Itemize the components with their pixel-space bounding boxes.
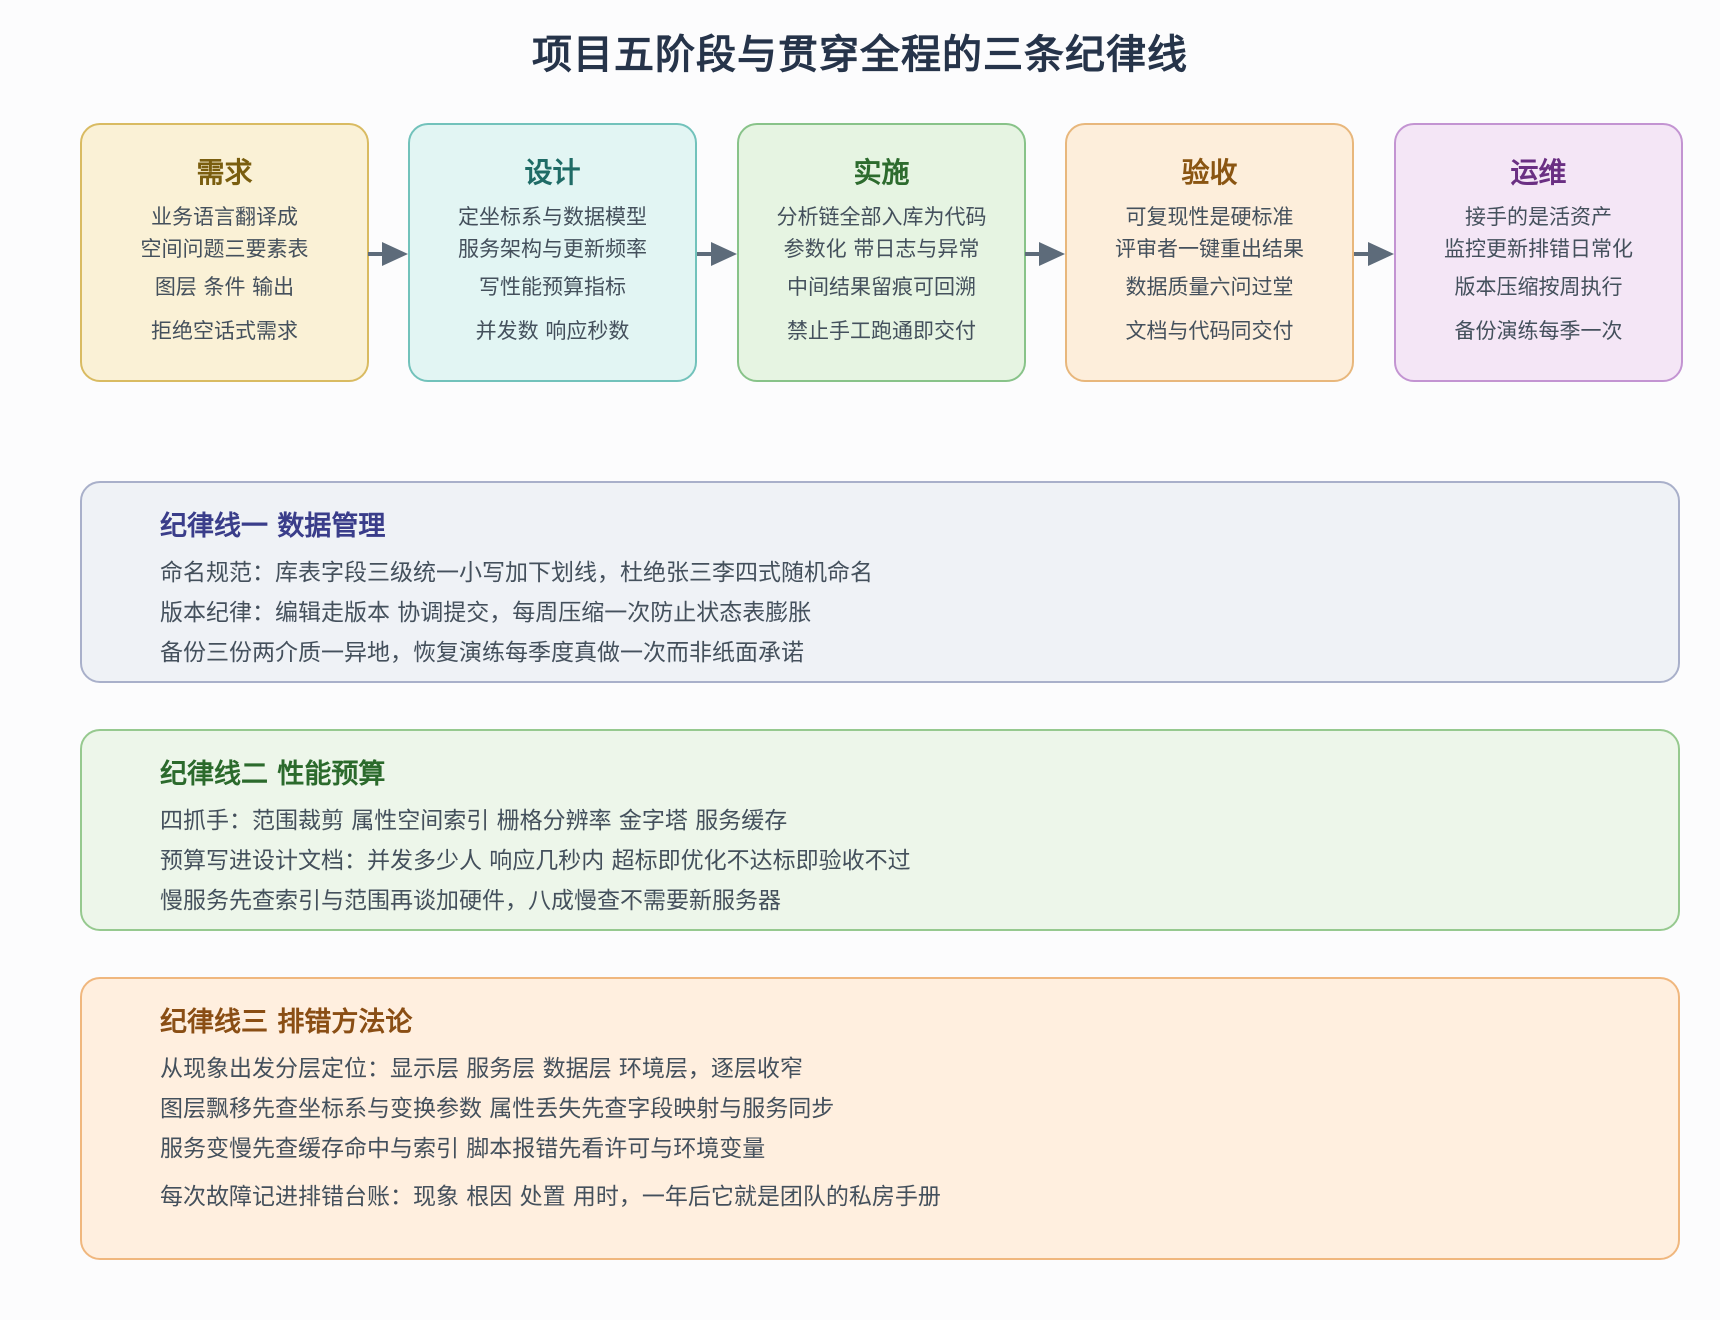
stage-line: 并发数 响应秒数	[475, 319, 630, 343]
stage-line: 禁止手工跑通即交付	[787, 319, 976, 343]
stage-title: 实施	[853, 156, 910, 189]
discipline-line-item: 四抓手：范围裁剪 属性空间索引 栅格分辨率 金字塔 服务缓存	[160, 808, 788, 834]
stage-line: 数据质量六问过堂	[1125, 275, 1294, 299]
discipline-line-title: 纪律线一 数据管理	[160, 511, 386, 542]
stage-line: 分析链全部入库为代码	[776, 205, 987, 229]
stage-line: 中间结果留痕可回溯	[787, 275, 976, 299]
stage-line: 写性能预算指标	[479, 275, 626, 299]
discipline-line-data-management: 纪律线一 数据管理 命名规范：库表字段三级统一小写加下划线，杜绝张三李四式随机命…	[80, 481, 1680, 683]
stage-line: 评审者一键重出结果	[1115, 237, 1304, 261]
stage-title: 设计	[524, 156, 581, 189]
stage-title: 需求	[196, 156, 253, 189]
stage-line: 定坐标系与数据模型	[458, 205, 647, 229]
flow-arrow-icon	[1025, 242, 1065, 266]
stage-box-implementation: 实施 分析链全部入库为代码 参数化 带日志与异常 中间结果留痕可回溯 禁止手工跑…	[737, 123, 1026, 382]
discipline-line-item: 备份三份两介质一异地，恢复演练每季度真做一次而非纸面承诺	[160, 640, 804, 666]
discipline-line-item: 命名规范：库表字段三级统一小写加下划线，杜绝张三李四式随机命名	[160, 560, 873, 586]
stage-line: 监控更新排错日常化	[1444, 237, 1633, 261]
stage-box-design: 设计 定坐标系与数据模型 服务架构与更新频率 写性能预算指标 并发数 响应秒数	[408, 123, 697, 382]
stage-title: 验收	[1181, 156, 1238, 189]
discipline-line-item: 每次故障记进排错台账：现象 根因 处置 用时，一年后它就是团队的私房手册	[160, 1184, 941, 1210]
stage-box-operations: 运维 接手的是活资产 监控更新排错日常化 版本压缩按周执行 备份演练每季一次	[1394, 123, 1683, 382]
page-title: 项目五阶段与贯穿全程的三条纪律线	[532, 32, 1188, 78]
diagram-canvas: 项目五阶段与贯穿全程的三条纪律线 需求 业务语言翻译成 空间问题三要素表 图层 …	[0, 0, 1720, 1320]
discipline-line-title: 纪律线二 性能预算	[160, 759, 386, 790]
discipline-line-title: 纪律线三 排错方法论	[160, 1007, 413, 1038]
stage-line: 服务架构与更新频率	[458, 237, 647, 261]
stage-title: 运维	[1510, 156, 1567, 189]
flow-arrow-icon	[1354, 242, 1394, 266]
stage-line: 文档与代码同交付	[1125, 319, 1294, 343]
discipline-line-item: 从现象出发分层定位：显示层 服务层 数据层 环境层，逐层收窄	[160, 1056, 803, 1082]
discipline-line-performance-budget: 纪律线二 性能预算 四抓手：范围裁剪 属性空间索引 栅格分辨率 金字塔 服务缓存…	[80, 729, 1680, 931]
discipline-line-troubleshooting: 纪律线三 排错方法论 从现象出发分层定位：显示层 服务层 数据层 环境层，逐层收…	[80, 977, 1680, 1260]
discipline-line-item: 预算写进设计文档：并发多少人 响应几秒内 超标即优化不达标即验收不过	[160, 848, 911, 874]
stage-line: 版本压缩按周执行	[1454, 275, 1623, 299]
stage-line: 参数化 带日志与异常	[783, 237, 980, 261]
stage-box-requirements: 需求 业务语言翻译成 空间问题三要素表 图层 条件 输出 拒绝空话式需求	[80, 123, 369, 382]
stage-line: 备份演练每季一次	[1454, 319, 1623, 343]
stage-box-acceptance: 验收 可复现性是硬标准 评审者一键重出结果 数据质量六问过堂 文档与代码同交付	[1065, 123, 1354, 382]
stage-line: 可复现性是硬标准	[1125, 205, 1294, 229]
stage-line: 业务语言翻译成	[151, 205, 298, 229]
stage-line: 拒绝空话式需求	[151, 319, 298, 343]
flow-arrow-icon	[697, 242, 737, 266]
discipline-line-item: 服务变慢先查缓存命中与索引 脚本报错先看许可与环境变量	[160, 1136, 766, 1162]
stage-line: 接手的是活资产	[1465, 205, 1612, 229]
stage-line: 图层 条件 输出	[154, 275, 295, 299]
discipline-line-item: 图层飘移先查坐标系与变换参数 属性丢失先查字段映射与服务同步	[160, 1096, 835, 1122]
flow-arrow-icon	[368, 242, 408, 266]
discipline-line-item: 版本纪律：编辑走版本 协调提交，每周压缩一次防止状态表膨胀	[160, 600, 812, 626]
stage-line: 空间问题三要素表	[140, 237, 309, 261]
discipline-line-item: 慢服务先查索引与范围再谈加硬件，八成慢查不需要新服务器	[160, 888, 781, 914]
